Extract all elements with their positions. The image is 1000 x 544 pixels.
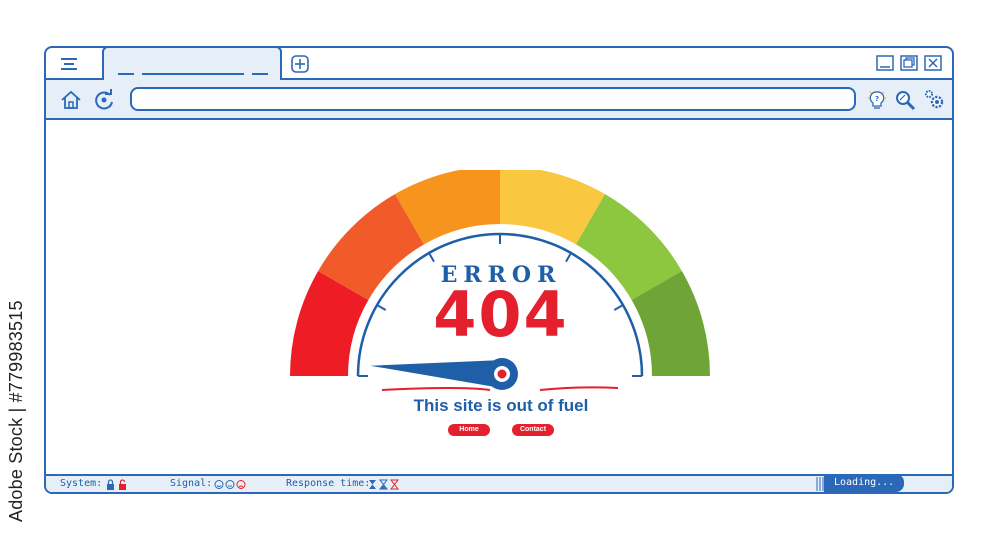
- loading-motion-lines: [816, 477, 824, 491]
- status-bar: System: Signal: Response time: Loading..…: [46, 474, 952, 492]
- signal-face-icons: [214, 480, 246, 489]
- search-icon[interactable]: [894, 89, 916, 111]
- browser-window: ? ERROR 404 This site is out of fuel Hom…: [44, 46, 954, 494]
- lock-closed-icon: [107, 479, 114, 490]
- hourglass-half-icon: [378, 479, 389, 490]
- loading-indicator: Loading...: [824, 474, 904, 492]
- page-content: ERROR 404 This site is out of fuel Home …: [46, 120, 952, 476]
- gauge-hub-center: [497, 369, 507, 379]
- stock-watermark: Adobe Stock | #779983515: [6, 300, 26, 522]
- tab-placeholder-lines: [118, 73, 268, 75]
- hourglass-full-icon: [369, 480, 376, 489]
- smile-icon: [214, 480, 224, 489]
- maximize-icon[interactable]: [900, 55, 918, 71]
- close-icon[interactable]: [924, 55, 942, 71]
- address-bar[interactable]: [130, 87, 856, 111]
- system-label: System:: [60, 478, 103, 489]
- error-message: This site is out of fuel: [413, 396, 589, 415]
- svg-text:?: ?: [875, 95, 879, 103]
- contact-button[interactable]: Contact: [512, 424, 554, 436]
- neutral-face-icon: [225, 480, 235, 489]
- tab-bar: [46, 46, 952, 80]
- error-code: 404: [433, 278, 569, 351]
- signal-label: Signal:: [170, 478, 213, 489]
- menu-icon[interactable]: [58, 55, 80, 73]
- home-button[interactable]: Home: [448, 424, 490, 436]
- active-tab[interactable]: [102, 46, 282, 80]
- minimize-icon[interactable]: [876, 55, 894, 71]
- settings-gears-icon[interactable]: [924, 89, 946, 111]
- lightbulb-question-icon[interactable]: ?: [866, 89, 888, 111]
- response-time-label: Response time:: [286, 478, 371, 489]
- system-lock-icons: [107, 479, 126, 490]
- home-icon[interactable]: [60, 89, 82, 111]
- reload-icon[interactable]: [93, 89, 115, 111]
- new-tab-icon[interactable]: [291, 55, 309, 73]
- sad-face-icon: [236, 480, 246, 489]
- response-hourglass-icons: [369, 479, 400, 490]
- hourglass-empty-icon: [389, 479, 400, 490]
- navigation-toolbar: ?: [46, 80, 952, 120]
- lock-open-icon: [119, 479, 126, 490]
